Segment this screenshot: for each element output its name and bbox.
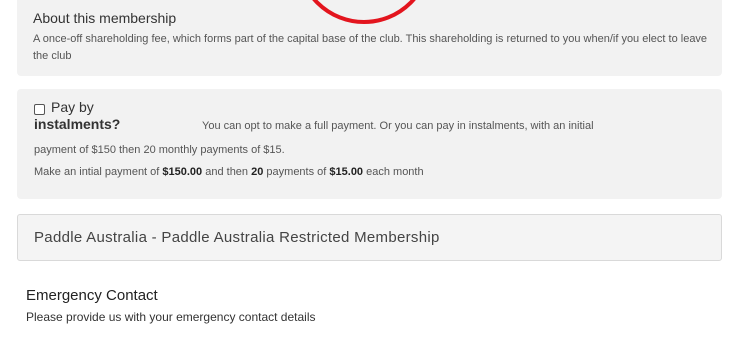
instalments-question-label[interactable]: instalments?	[34, 116, 120, 132]
instalments-description: You can opt to make a full payment. Or y…	[202, 120, 594, 132]
monthly-amount: $15.00	[329, 166, 364, 178]
emergency-contact-title: Emergency Contact	[26, 287, 158, 304]
summary-mid-1: and then	[202, 166, 252, 178]
summary-suffix: each month	[363, 166, 424, 178]
instalments-checkbox-label[interactable]: Pay by	[34, 99, 94, 115]
paddle-membership-item[interactable]: Paddle Australia - Paddle Australia Rest…	[17, 214, 722, 261]
summary-prefix: Make an intial payment of	[34, 166, 163, 178]
instalments-summary: Make an intial payment of $150.00 and th…	[34, 165, 424, 179]
instalments-panel: Pay by instalments? You can opt to make …	[17, 89, 722, 199]
instalments-header-row: Pay by instalments? You can opt to make …	[34, 99, 719, 135]
pay-by-label[interactable]: Pay by	[51, 99, 94, 115]
initial-amount: $150.00	[162, 166, 203, 178]
instalments-description-continued: payment of $150 then 20 monthly payments…	[34, 144, 285, 156]
payment-count: 20	[251, 166, 264, 178]
summary-mid-2: payments of	[263, 166, 330, 178]
paddle-membership-label: Paddle Australia - Paddle Australia Rest…	[34, 229, 440, 246]
emergency-contact-subtitle: Please provide us with your emergency co…	[26, 310, 316, 324]
instalments-checkbox[interactable]	[34, 103, 45, 115]
about-membership-text: A once-off shareholding fee, which forms…	[33, 33, 708, 62]
